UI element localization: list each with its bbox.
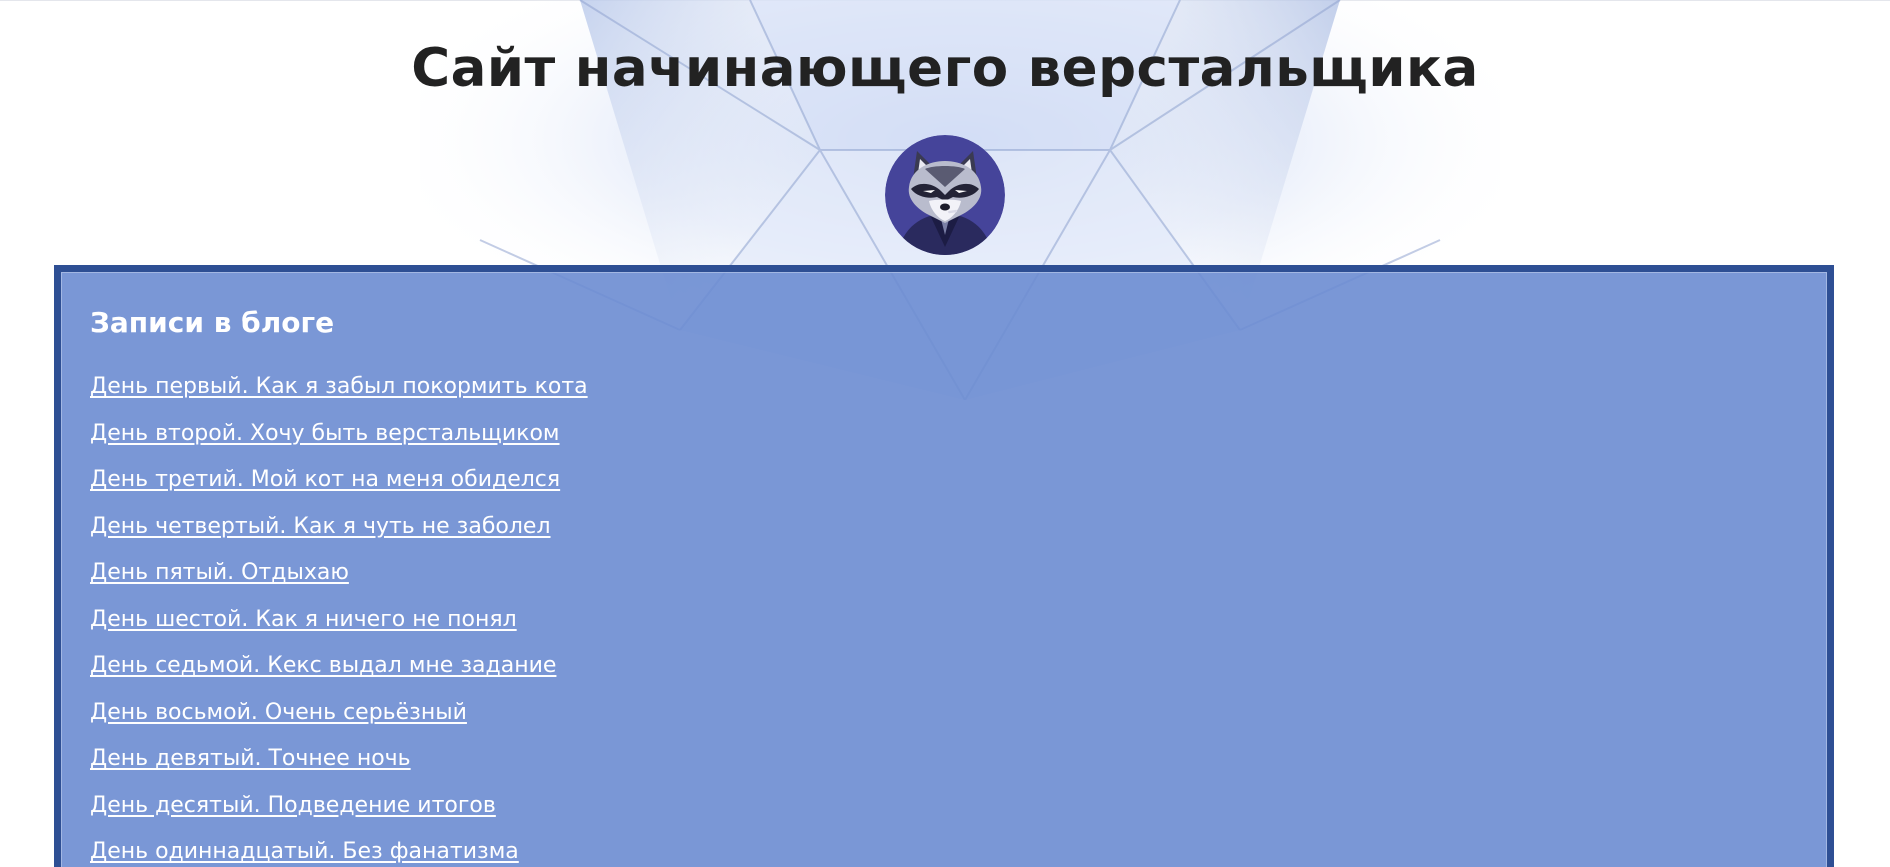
list-item: День одиннадцатый. Без фанатизма (90, 837, 588, 867)
blog-post-link-2[interactable]: День второй. Хочу быть верстальщиком (90, 421, 560, 446)
list-item: День десятый. Подведение итогов (90, 791, 588, 838)
blog-post-link-10[interactable]: День десятый. Подведение итогов (90, 793, 496, 818)
raccoon-avatar-icon (885, 135, 1005, 255)
list-item: День восьмой. Очень серьёзный (90, 698, 588, 745)
site-title: Сайт начинающего верстальщика (411, 38, 1479, 99)
list-item: День шестой. Как я ничего не понял (90, 605, 588, 652)
blog-post-link-4[interactable]: День четвертый. Как я чуть не заболел (90, 514, 551, 539)
list-item: День первый. Как я забыл покормить кота (90, 372, 588, 419)
blog-post-link-7[interactable]: День седьмой. Кекс выдал мне задание (90, 653, 556, 678)
list-item: День седьмой. Кекс выдал мне задание (90, 651, 588, 698)
list-item: День пятый. Отдыхаю (90, 558, 588, 605)
blog-post-link-1[interactable]: День первый. Как я забыл покормить кота (90, 374, 588, 399)
page: Сайт начинающего верстальщика Записи в б… (0, 0, 1890, 867)
blog-title: Записи в блоге (90, 306, 335, 339)
list-item: День четвертый. Как я чуть не заболел (90, 512, 588, 559)
blog-post-link-8[interactable]: День восьмой. Очень серьёзный (90, 700, 467, 725)
blog-post-link-9[interactable]: День девятый. Точнее ночь (90, 746, 411, 771)
blog-post-link-3[interactable]: День третий. Мой кот на меня обиделся (90, 467, 560, 492)
blog-panel: Записи в блоге День первый. Как я забыл … (54, 265, 1834, 867)
list-item: День второй. Хочу быть верстальщиком (90, 419, 588, 466)
list-item: День третий. Мой кот на меня обиделся (90, 465, 588, 512)
list-item: День девятый. Точнее ночь (90, 744, 588, 791)
blog-post-link-11[interactable]: День одиннадцатый. Без фанатизма (90, 839, 519, 864)
blog-post-link-5[interactable]: День пятый. Отдыхаю (90, 560, 349, 585)
blog-post-link-6[interactable]: День шестой. Как я ничего не понял (90, 607, 517, 632)
blog-post-list: День первый. Как я забыл покормить кота … (90, 372, 588, 867)
